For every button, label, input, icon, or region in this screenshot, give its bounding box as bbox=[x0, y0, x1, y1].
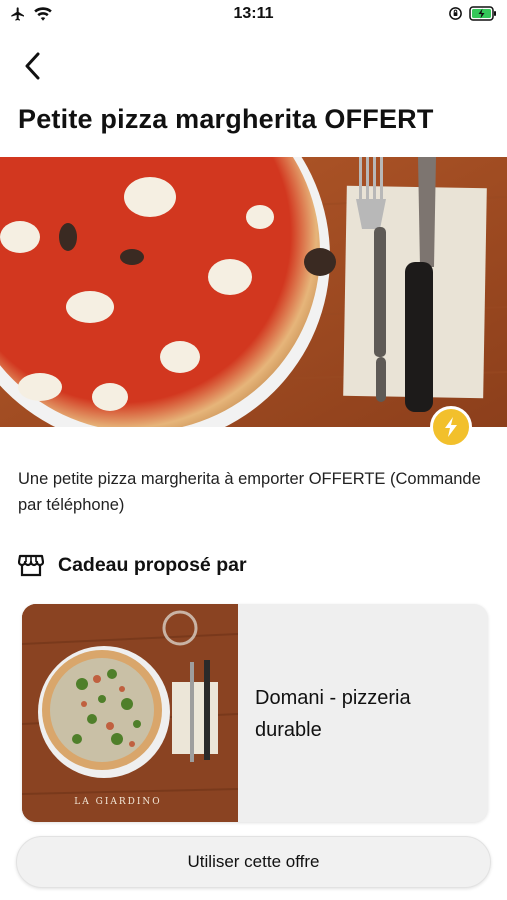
store-icon bbox=[18, 554, 44, 577]
chevron-left-icon bbox=[25, 52, 40, 80]
status-right-icons bbox=[448, 6, 497, 21]
merchant-photo: LA GIARDINO bbox=[22, 604, 238, 822]
orientation-lock-icon bbox=[449, 7, 462, 20]
gift-section-header: Cadeau proposé par bbox=[18, 553, 247, 577]
status-bar: 13:11 bbox=[0, 0, 507, 30]
merchant-card[interactable]: LA GIARDINO Domani - pizzeria durable bbox=[22, 604, 488, 822]
offer-hero-image bbox=[0, 157, 507, 427]
lightning-badge bbox=[430, 406, 472, 448]
battery-charging-icon bbox=[469, 6, 496, 21]
merchant-name: Domani - pizzeria durable bbox=[255, 687, 411, 741]
offer-description: Une petite pizza margherita à emporter O… bbox=[18, 470, 481, 514]
gift-section-title: Cadeau proposé par bbox=[58, 553, 247, 576]
status-time: 13:11 bbox=[233, 5, 274, 22]
lightning-icon bbox=[445, 417, 457, 437]
use-offer-button[interactable]: Utiliser cette offre bbox=[16, 836, 491, 888]
merchant-photo-caption: LA GIARDINO bbox=[74, 797, 161, 807]
back-button[interactable] bbox=[12, 46, 52, 86]
page-title: Petite pizza margherita OFFERT bbox=[18, 104, 434, 134]
